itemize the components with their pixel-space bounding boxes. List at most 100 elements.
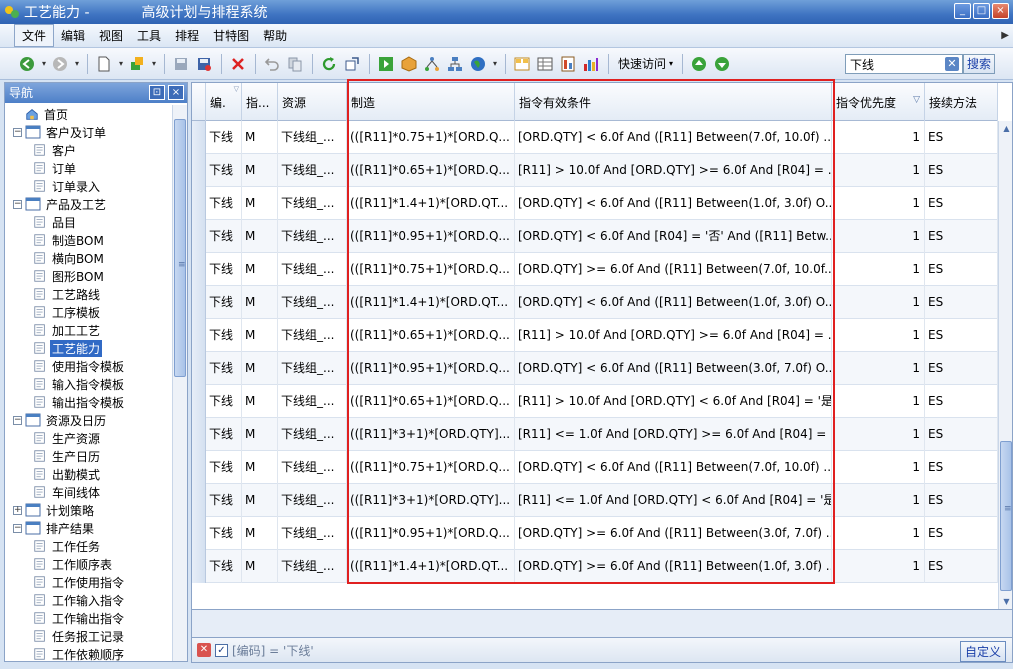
table-cell[interactable]: (([R11]*0.95+1)*[ORD.Q...: [347, 220, 515, 253]
table-row[interactable]: 下线 M 下线组_... (([R11]*0.95+1)*[ORD.Q... [ORD.…: [192, 517, 998, 550]
table-cell[interactable]: [ORD.QTY] < 6.0f And ([R11] Between(7.0f…: [515, 451, 832, 484]
refresh-button[interactable]: [318, 53, 340, 75]
quick-access-dropdown[interactable]: 快速访问 ▾: [614, 55, 677, 72]
filter-icon[interactable]: ▽: [234, 85, 239, 93]
row-selector[interactable]: [192, 418, 206, 451]
new-button[interactable]: [93, 53, 115, 75]
nav-item[interactable]: 工艺路线: [33, 285, 102, 303]
grid-scroll-thumb[interactable]: ≡: [1000, 441, 1012, 591]
back-dropdown-icon[interactable]: ▾: [39, 59, 49, 68]
column-header[interactable]: 指令有效条件: [515, 83, 832, 121]
chart-button[interactable]: [580, 53, 602, 75]
table-cell[interactable]: ES: [925, 385, 998, 418]
table-cell[interactable]: M: [242, 451, 278, 484]
forward-button[interactable]: [49, 53, 71, 75]
table-row[interactable]: 下线 M 下线组_... (([R11]*0.65+1)*[ORD.Q... [R11]…: [192, 385, 998, 418]
menu-overflow-icon[interactable]: ▶: [1001, 30, 1009, 41]
table-cell[interactable]: M: [242, 484, 278, 517]
row-selector-header[interactable]: [192, 83, 206, 121]
table-cell[interactable]: ES: [925, 484, 998, 517]
table-row[interactable]: 下线 M 下线组_... (([R11]*0.75+1)*[ORD.Q... [ORD.…: [192, 253, 998, 286]
nav-item[interactable]: 工艺能力: [33, 339, 103, 357]
table-cell[interactable]: 下线组_...: [278, 220, 347, 253]
table-cell[interactable]: 1: [832, 154, 925, 187]
table-cell[interactable]: (([R11]*0.75+1)*[ORD.Q...: [347, 121, 515, 154]
row-selector[interactable]: [192, 319, 206, 352]
table-cell[interactable]: [ORD.QTY] >= 6.0f And ([R11] Between(1.0…: [515, 550, 832, 583]
nav-item[interactable]: 订单录入: [33, 177, 102, 195]
nav-item[interactable]: 任务报工记录: [33, 627, 126, 645]
table-cell[interactable]: 1: [832, 451, 925, 484]
table-cell[interactable]: ES: [925, 154, 998, 187]
table-cell[interactable]: 下线: [206, 286, 242, 319]
nav-item[interactable]: 生产资源: [33, 429, 102, 447]
new-dropdown-icon[interactable]: ▾: [116, 59, 126, 68]
row-selector[interactable]: [192, 286, 206, 319]
column-header[interactable]: 接续方法: [925, 83, 998, 121]
menu-gantt[interactable]: 甘特图: [206, 25, 256, 46]
table-cell[interactable]: M: [242, 517, 278, 550]
table-cell[interactable]: 下线组_...: [278, 253, 347, 286]
table-cell[interactable]: ES: [925, 418, 998, 451]
table-cell[interactable]: ES: [925, 220, 998, 253]
nav-item[interactable]: 图形BOM: [33, 267, 106, 285]
nav-item[interactable]: + 计划策略: [13, 501, 96, 519]
table-cell[interactable]: 1: [832, 121, 925, 154]
table-cell[interactable]: 1: [832, 418, 925, 451]
table-cell[interactable]: 下线组_...: [278, 550, 347, 583]
table-cell[interactable]: 下线: [206, 319, 242, 352]
move-down-button[interactable]: [711, 53, 733, 75]
table-cell[interactable]: 下线: [206, 385, 242, 418]
column-header[interactable]: 编. ▽: [206, 83, 242, 121]
row-selector[interactable]: [192, 154, 206, 187]
table-cell[interactable]: M: [242, 385, 278, 418]
globe-button[interactable]: [467, 53, 489, 75]
nav-item[interactable]: 出勤模式: [33, 465, 102, 483]
nav-item[interactable]: − 排产结果: [13, 519, 96, 537]
forward-dropdown-icon[interactable]: ▾: [72, 59, 82, 68]
table-cell[interactable]: 下线组_...: [278, 484, 347, 517]
table-cell[interactable]: [ORD.QTY] < 6.0f And ([R11] Between(1.0f…: [515, 187, 832, 220]
customize-filter-button[interactable]: 自定义: [959, 641, 1006, 662]
table-cell[interactable]: 1: [832, 286, 925, 319]
nav-item[interactable]: 输出指令模板: [33, 393, 126, 411]
table-cell[interactable]: 下线组_...: [278, 187, 347, 220]
collapse-icon[interactable]: −: [13, 199, 22, 209]
row-selector[interactable]: [192, 121, 206, 154]
open-window-button[interactable]: [341, 53, 363, 75]
nav-scroll-thumb[interactable]: ≡: [174, 119, 186, 377]
report-button[interactable]: [557, 53, 579, 75]
table-cell[interactable]: ES: [925, 253, 998, 286]
table-cell[interactable]: [R11] <= 1.0f And [ORD.QTY] >= 6.0f And …: [515, 418, 832, 451]
row-selector[interactable]: [192, 451, 206, 484]
table-cell[interactable]: 1: [832, 253, 925, 286]
table-cell[interactable]: 下线组_...: [278, 517, 347, 550]
table-cell[interactable]: ES: [925, 550, 998, 583]
nav-item[interactable]: 品目: [33, 213, 78, 231]
table-cell[interactable]: M: [242, 154, 278, 187]
undo-button[interactable]: [261, 53, 283, 75]
table-cell[interactable]: 1: [832, 484, 925, 517]
nav-item[interactable]: 工作使用指令: [33, 573, 126, 591]
table-row[interactable]: 下线 M 下线组_... (([R11]*0.75+1)*[ORD.Q... [ORD.…: [192, 121, 998, 154]
nav-item[interactable]: 工作输入指令: [33, 591, 126, 609]
table-cell[interactable]: (([R11]*3+1)*[ORD.QTY]...: [347, 484, 515, 517]
menu-edit[interactable]: 编辑: [54, 25, 92, 46]
table-cell[interactable]: ES: [925, 517, 998, 550]
grid-scrollbar[interactable]: ▲ ≡ ▼: [998, 121, 1012, 609]
table-cell[interactable]: M: [242, 286, 278, 319]
save-close-button[interactable]: [193, 53, 215, 75]
nav-item[interactable]: − 产品及工艺: [13, 195, 108, 213]
move-up-button[interactable]: [688, 53, 710, 75]
table-cell[interactable]: M: [242, 220, 278, 253]
table-row[interactable]: 下线 M 下线组_... (([R11]*0.65+1)*[ORD.Q... [R11]…: [192, 319, 998, 352]
nav-item[interactable]: 工作任务: [33, 537, 102, 555]
table-cell[interactable]: 下线: [206, 418, 242, 451]
nav-item[interactable]: 首页: [25, 105, 70, 123]
filter-expression[interactable]: [编码] = '下线': [232, 642, 314, 659]
nav-item[interactable]: 生产日历: [33, 447, 102, 465]
nav-item[interactable]: 车间线体: [33, 483, 102, 501]
table-cell[interactable]: 下线: [206, 253, 242, 286]
table-cell[interactable]: 下线: [206, 550, 242, 583]
collapse-icon[interactable]: −: [13, 415, 22, 425]
